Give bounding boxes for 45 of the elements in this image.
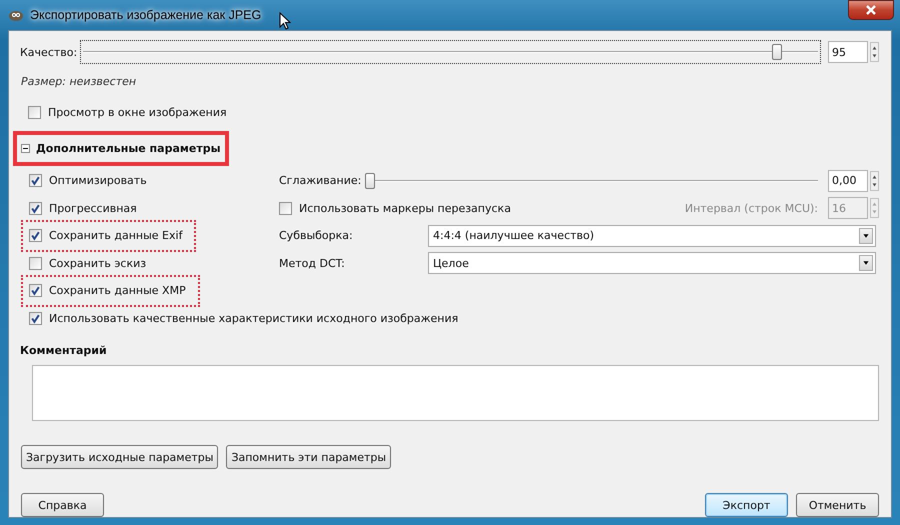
- checkbox-label: Использовать маркеры перезапуска: [299, 202, 511, 215]
- spin-arrows-icon[interactable]: [870, 42, 879, 62]
- subsampling-dropdown[interactable]: 4:4:4 (наилучшее качество): [428, 224, 876, 247]
- dct-method-dropdown[interactable]: Целое: [428, 252, 876, 274]
- size-info: Размер: неизвестен: [21, 75, 138, 90]
- quality-label: Качество:: [20, 46, 78, 58]
- checkbox-label: Просмотр в окне изображения: [48, 106, 227, 118]
- checkbox-label: Оптимизировать: [49, 174, 147, 188]
- subsampling-label: Субвыборка:: [279, 229, 354, 242]
- preset-button[interactable]: Запомнить эти параметры: [226, 445, 392, 469]
- interval-label: Интервал (строк MCU):: [684, 202, 818, 215]
- checkbox[interactable]: [29, 312, 42, 325]
- checkbox[interactable]: [29, 202, 42, 215]
- smoothing-spinbox[interactable]: 0,00: [828, 170, 868, 192]
- quality-spinbox[interactable]: 95: [828, 41, 868, 63]
- checkbox[interactable]: [28, 106, 41, 118]
- checkbox[interactable]: [29, 284, 42, 298]
- dialog-button[interactable]: Экспорт: [705, 493, 788, 517]
- dialog-button[interactable]: Отменить: [796, 493, 879, 517]
- comment-label: Комментарий: [20, 344, 108, 357]
- checkbox[interactable]: [279, 202, 292, 215]
- checkbox-label: Сохранить данные XMP: [49, 284, 186, 298]
- slider-thumb[interactable]: [772, 44, 782, 60]
- checkbox[interactable]: [29, 174, 42, 188]
- smoothing-label: Сглаживание:: [279, 174, 362, 188]
- window-title: Экспортировать изображение как JPEG: [30, 8, 262, 22]
- close-button[interactable]: [848, 0, 894, 20]
- slider-thumb[interactable]: [365, 172, 376, 189]
- preset-button[interactable]: Загрузить исходные параметры: [21, 445, 218, 469]
- dct-method-label: Метод DCT:: [279, 256, 346, 270]
- checkbox[interactable]: [29, 229, 42, 242]
- mascot-icon: [8, 8, 24, 22]
- close-icon: [865, 5, 877, 15]
- checkbox[interactable]: [29, 256, 42, 270]
- section-title: Дополнительные параметры: [36, 142, 221, 155]
- pointer-icon: [279, 12, 292, 30]
- comment-field[interactable]: [32, 365, 879, 421]
- checkbox-label: Сохранить эскиз: [49, 256, 146, 270]
- help-button[interactable]: Справка: [21, 493, 104, 517]
- quality-slider[interactable]: [81, 41, 820, 63]
- checkbox-label: Прогрессивная: [49, 202, 137, 215]
- checkbox-label: Использовать качественные характеристики исходного изображения: [49, 312, 458, 325]
- spin-arrows-icon[interactable]: [870, 170, 879, 191]
- expander-icon[interactable]: [21, 144, 30, 153]
- checkbox-label: Сохранить данные Exif: [49, 229, 182, 242]
